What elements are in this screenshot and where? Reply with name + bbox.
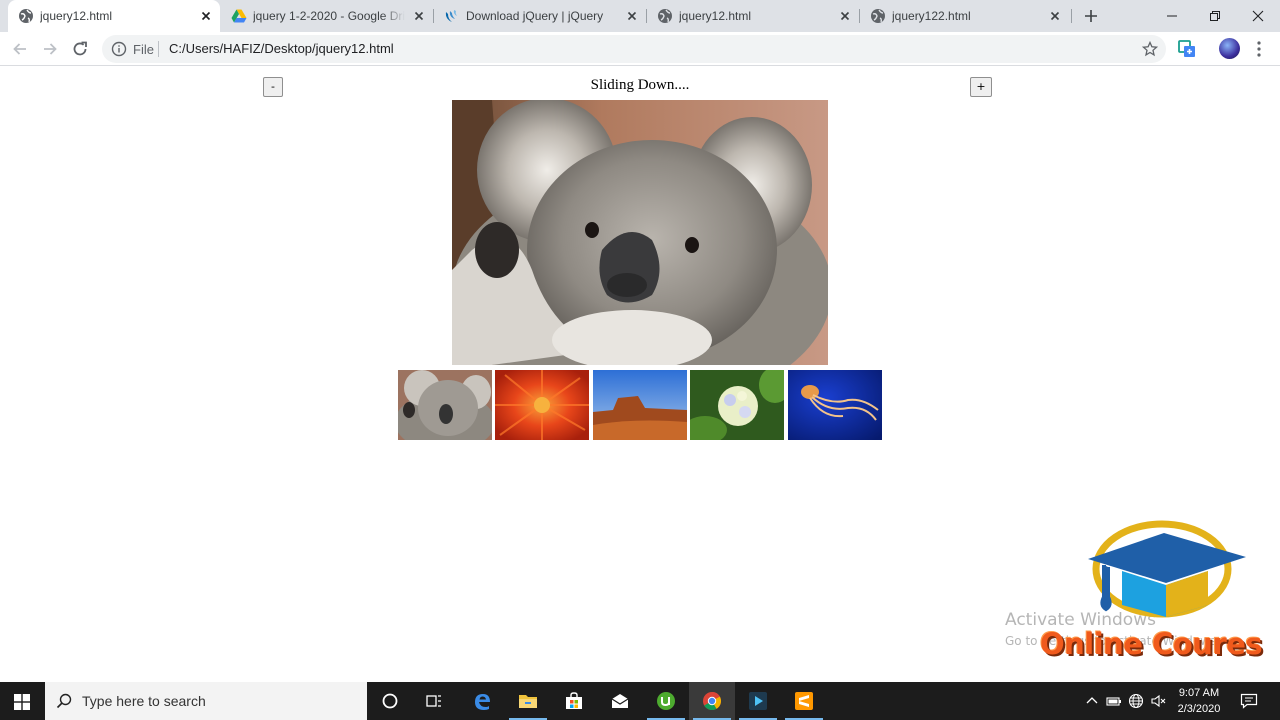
taskbar-search[interactable]: Type here to search	[45, 682, 367, 720]
file-explorer-icon	[518, 691, 538, 711]
windows-taskbar: Type here to search 9:07 AM 2/3/2020	[0, 682, 1280, 720]
reload-icon[interactable]	[71, 40, 89, 58]
tab-jquery12[interactable]: jquery12.html	[8, 0, 220, 32]
thumbnail-koala[interactable]	[398, 370, 492, 440]
tab-title: jquery12.html	[40, 9, 113, 23]
info-icon[interactable]	[111, 41, 127, 57]
main-koala-image	[452, 100, 828, 365]
tab-google-drive[interactable]: jquery 1-2-2020 - Google Drive	[221, 0, 433, 32]
mail-icon	[610, 691, 630, 711]
start-button[interactable]	[0, 682, 45, 720]
bookmark-star-icon[interactable]	[1142, 41, 1158, 57]
tab-jquery12-second[interactable]: jquery12.html	[647, 0, 859, 32]
close-window-icon[interactable]	[1248, 6, 1268, 26]
chrome-icon	[702, 691, 722, 711]
taskbar-sublime-text[interactable]	[781, 682, 827, 720]
status-text: Sliding Down....	[590, 77, 690, 93]
jquery-icon	[444, 8, 460, 24]
restore-icon[interactable]	[1205, 6, 1225, 26]
store-icon	[564, 691, 584, 711]
omnibox-divider	[158, 41, 159, 57]
edge-icon	[472, 691, 492, 711]
task-view-icon	[424, 691, 444, 711]
globe-icon	[18, 8, 34, 24]
system-clock[interactable]: 9:07 AM 2/3/2020	[1170, 685, 1228, 717]
url-text[interactable]: C:/Users/HAFIZ/Desktop/jquery12.html	[169, 41, 394, 56]
google-drive-icon	[231, 8, 247, 24]
extension-icon[interactable]	[1178, 40, 1196, 58]
tab-title: jquery12.html	[679, 9, 752, 23]
close-tab-icon[interactable]	[1048, 9, 1062, 23]
tab-title: jquery 1-2-2020 - Google Drive	[253, 9, 405, 23]
page-content: - Sliding Down.... + Activate Windows Go…	[0, 67, 1280, 682]
volume-muted-icon[interactable]	[1150, 693, 1166, 709]
sublime-text-icon	[794, 691, 814, 711]
taskbar-edge[interactable]	[459, 682, 505, 720]
close-tab-icon[interactable]	[625, 9, 639, 23]
clock-date: 2/3/2020	[1177, 703, 1221, 715]
forward-icon[interactable]	[41, 40, 59, 58]
tab-separator	[1071, 9, 1072, 23]
thumbnail-chrysanthemum[interactable]	[495, 370, 589, 440]
thumbnail-hydrangeas[interactable]	[690, 370, 784, 440]
clock-time: 9:07 AM	[1178, 687, 1220, 699]
close-tab-icon[interactable]	[412, 9, 426, 23]
taskbar-file-explorer[interactable]	[505, 682, 551, 720]
taskbar-media-player[interactable]	[735, 682, 781, 720]
notification-icon[interactable]	[1240, 693, 1258, 709]
new-tab-icon[interactable]	[1083, 8, 1099, 24]
taskbar-chrome[interactable]	[689, 682, 735, 720]
taskbar-task-view[interactable]	[411, 682, 457, 720]
minimize-icon[interactable]	[1162, 6, 1182, 26]
taskbar-utorrent[interactable]	[643, 682, 689, 720]
tab-download-jquery[interactable]: Download jQuery | jQuery	[434, 0, 646, 32]
zoom-out-button[interactable]: -	[263, 77, 283, 97]
graduation-cap-logo-icon	[1082, 519, 1250, 634]
utorrent-icon	[656, 691, 676, 711]
thumbnail-jellyfish[interactable]	[788, 370, 882, 440]
taskbar-store[interactable]	[551, 682, 597, 720]
more-menu-icon[interactable]	[1254, 40, 1264, 58]
thumbnail-desert[interactable]	[593, 370, 687, 440]
tab-jquery122[interactable]: jquery122.html	[860, 0, 1072, 32]
scheme-label: File	[133, 42, 154, 57]
globe-icon	[657, 8, 673, 24]
globe-icon	[870, 8, 886, 24]
cortana-icon	[380, 691, 400, 711]
close-tab-icon[interactable]	[199, 9, 213, 23]
tab-title: jquery122.html	[892, 9, 971, 23]
tab-title: Download jQuery | jQuery	[466, 9, 604, 23]
media-player-icon	[748, 691, 768, 711]
zoom-in-button[interactable]: +	[970, 77, 992, 97]
taskbar-mail[interactable]	[597, 682, 643, 720]
search-placeholder: Type here to search	[82, 693, 206, 709]
tab-strip: jquery12.html jquery 1-2-2020 - Google D…	[0, 0, 1280, 32]
close-tab-icon[interactable]	[838, 9, 852, 23]
browser-toolbar: File C:/Users/HAFIZ/Desktop/jquery12.htm…	[0, 32, 1280, 66]
online-coures-brand: Online Coures	[1040, 627, 1263, 661]
chevron-up-icon[interactable]	[1084, 693, 1100, 709]
search-icon	[56, 693, 72, 709]
battery-icon[interactable]	[1106, 693, 1122, 709]
address-bar[interactable]: File C:/Users/HAFIZ/Desktop/jquery12.htm…	[102, 35, 1166, 63]
back-icon[interactable]	[11, 40, 29, 58]
taskbar-cortana[interactable]	[367, 682, 413, 720]
profile-avatar[interactable]	[1219, 38, 1240, 59]
network-globe-icon[interactable]	[1128, 693, 1144, 709]
